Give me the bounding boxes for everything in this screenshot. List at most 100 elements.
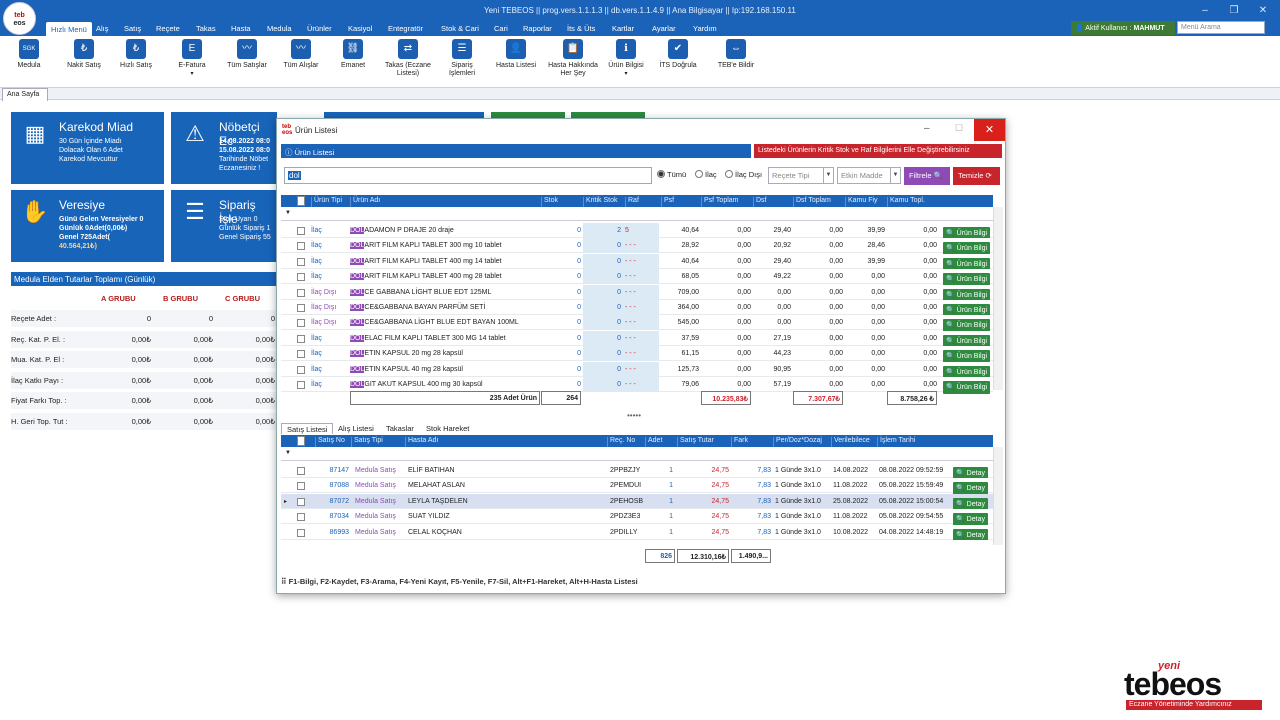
menu-item[interactable]: Raporlar — [523, 24, 552, 33]
ribbon-hasta-hakk-nda-her-ey-button[interactable]: 📋 Hasta Hakkında Her Şey — [546, 39, 600, 78]
row-checkbox[interactable] — [297, 288, 305, 297]
cell-kritik[interactable]: 0 — [583, 350, 621, 357]
column-header[interactable]: Reç. No — [607, 437, 635, 447]
product-row[interactable]: İlaç DOLELAC FILM KAPLI TABLET 300 MG 14 … — [281, 330, 993, 348]
cell-raf[interactable]: - - - — [625, 289, 636, 296]
close-window-button[interactable]: ✕ — [1256, 4, 1270, 18]
cell-raf[interactable]: - - - — [625, 381, 636, 388]
menu-item[interactable]: Stok & Cari — [441, 24, 479, 33]
row-checkbox[interactable] — [297, 242, 305, 251]
dialog-maximize-button[interactable]: ☐ — [955, 123, 963, 134]
tab-ana-sayfa[interactable]: Ana Sayfa — [2, 88, 48, 101]
product-row[interactable]: İlaç DOLETIN KAPSUL 20 mg 28 kapsül 0 0 - - … — [281, 346, 993, 364]
cell-kritik[interactable]: 0 — [583, 258, 621, 265]
tab-takaslar[interactable]: Takaslar — [381, 423, 419, 434]
cell-raf[interactable]: - - - — [625, 304, 636, 311]
menu-item[interactable]: Medula — [267, 24, 292, 33]
menu-item[interactable]: Ürünler — [307, 24, 332, 33]
etkin-madde-select[interactable]: Etkin Madde ▼ — [837, 167, 901, 184]
column-header[interactable]: Per/Doz*Dozaj — [773, 437, 822, 447]
sales-row[interactable]: 87034 Medula Satış SUAT YILDIZ 2PDZ3E3 1 24,7… — [281, 509, 993, 527]
menu-item[interactable]: Hasta — [231, 24, 251, 33]
product-row[interactable]: İlaç Dışı DOLCE&GABBANA LİGHT BLUE EDT BA… — [281, 315, 993, 333]
radio-all[interactable]: Tümü — [657, 170, 686, 179]
filter-row[interactable]: ▼ — [281, 447, 993, 461]
menu-search-input[interactable]: Menü Arama — [1177, 21, 1265, 34]
menu-item[interactable]: Hızlı Menü — [46, 22, 92, 36]
row-checkbox[interactable] — [297, 273, 305, 282]
column-header[interactable]: Satış No — [315, 437, 345, 447]
column-header[interactable]: Fark — [731, 437, 748, 447]
cell-raf[interactable]: 5 — [625, 227, 629, 234]
row-checkbox[interactable] — [297, 227, 305, 235]
cell-raf[interactable]: - - - — [625, 273, 636, 280]
product-row[interactable]: İlaç DOLARIT FILM KAPLI TABLET 400 mg 28 … — [281, 269, 993, 287]
column-header[interactable]: İşlem Tarihi — [877, 437, 915, 447]
menu-item[interactable]: Satış — [124, 24, 141, 33]
tab-al-listesi[interactable]: Alış Listesi — [333, 423, 379, 434]
recete-tipi-select[interactable]: Reçete Tipi ▼ — [768, 167, 834, 184]
column-header[interactable]: Kamu Fiy — [845, 197, 878, 207]
row-checkbox[interactable] — [297, 513, 305, 522]
sales-row[interactable]: 87147 Medula Satış ELİF BATIHAN 2PPBZJY 1 24,… — [281, 463, 993, 480]
ribbon-medula-button[interactable]: SGK Medula — [12, 39, 46, 70]
clear-button[interactable]: Temizle ⟳ — [953, 167, 1000, 185]
row-checkbox[interactable] — [297, 365, 305, 374]
cell-raf[interactable]: - - - — [625, 258, 636, 265]
ribbon-hasta-listesi-button[interactable]: 👤 Hasta Listesi — [492, 39, 540, 70]
product-row[interactable]: İlaç DOLGIT AKUT KAPSUL 400 mg 30 kapsül 0… — [281, 377, 993, 394]
tile-veresiye[interactable]: ✋ Veresiye Günü Gelen Veresiyeler 0 Günl… — [11, 190, 164, 262]
ribbon-emanet-button[interactable]: ⛓ Emanet — [334, 39, 372, 70]
ribbon-r-n-bilgisi-button[interactable]: ℹ Ürün Bilgisi ▾ — [606, 39, 646, 78]
sales-row[interactable]: ▸ 87072 Medula Satış LEYLA TAŞDELEN 2PEHOSB 1… — [281, 493, 993, 511]
menu-item[interactable]: Alış — [96, 24, 109, 33]
cell-kritik[interactable]: 0 — [583, 273, 621, 280]
menu-item[interactable]: Reçete — [156, 24, 180, 33]
column-header[interactable]: Adet — [645, 437, 662, 447]
product-row[interactable]: İlaç DOLARIT FILM KAPLI TABLET 400 mg 14 … — [281, 253, 993, 271]
menu-item[interactable]: Yardım — [693, 24, 717, 33]
cell-kritik[interactable]: 0 — [583, 319, 621, 326]
menu-item[interactable]: Ayarlar — [652, 24, 676, 33]
ribbon-h-zl-sat-button[interactable]: ₺ Hızlı Satış — [116, 39, 156, 70]
minimize-button[interactable]: – — [1198, 4, 1212, 18]
ribbon-e-fatura-button[interactable]: E E-Fatura ▾ — [170, 39, 214, 78]
row-checkbox[interactable] — [297, 257, 305, 266]
dialog-minimize-button[interactable]: – — [924, 123, 930, 134]
sales-row[interactable]: 86993 Medula Satış CELAL KOÇHAN 2PDILLY 1 24,… — [281, 524, 993, 542]
column-header[interactable]: Hasta Adı — [405, 437, 438, 447]
row-checkbox[interactable] — [297, 304, 305, 312]
product-row[interactable]: İlaç Dışı DOLCE&GABBANA BAYAN PARFÜM SETİ… — [281, 300, 993, 317]
menu-item[interactable]: Cari — [494, 24, 508, 33]
filter-row[interactable]: ▼ — [281, 207, 993, 221]
column-header[interactable]: Satış Tutar — [677, 437, 714, 447]
cell-raf[interactable]: - - - — [625, 242, 636, 249]
column-header[interactable]: Ürün Adı — [350, 197, 380, 207]
filter-button[interactable]: Filtrele 🔍 — [904, 167, 950, 185]
product-row[interactable]: İlaç Dışı DOLCE GABBANA LİGHT BLUE EDT 12… — [281, 284, 993, 302]
ribbon-i-ts-do-rula-button[interactable]: ✔ İTS Doğrula — [656, 39, 700, 70]
cell-raf[interactable]: - - - — [625, 366, 636, 373]
row-checkbox[interactable] — [297, 319, 305, 328]
column-header[interactable]: Satış Tipi — [351, 437, 383, 447]
tile-nobetci-eczane[interactable]: ⚠ Nöbetçi Ec 14.08.2022 08:0 15.08.2022 … — [171, 112, 277, 184]
tile-karekod-miad[interactable]: ▦ Karekod Miad 30 Gün İçinde Miadı Dolac… — [11, 112, 164, 184]
column-header[interactable]: Verilebilece — [831, 437, 870, 447]
radio-drug[interactable]: İlaç — [695, 170, 717, 179]
row-checkbox[interactable] — [297, 497, 305, 506]
select-all-checkbox[interactable] — [297, 436, 305, 446]
row-checkbox[interactable] — [297, 334, 305, 343]
row-checkbox[interactable] — [297, 381, 305, 389]
radio-non-drug[interactable]: İlaç Dışı — [725, 170, 762, 179]
row-checkbox[interactable] — [297, 528, 305, 537]
product-row[interactable]: İlaç DOLETIN KAPSUL 40 mg 28 kapsül 0 0 - - … — [281, 361, 993, 379]
maximize-button[interactable]: ❐ — [1227, 4, 1241, 18]
menu-item[interactable]: Takas — [196, 24, 216, 33]
splitter-handle[interactable]: ••••• — [627, 411, 641, 420]
cell-kritik[interactable]: 0 — [583, 289, 621, 296]
sales-grid-scrollbar[interactable] — [993, 447, 1003, 545]
product-row[interactable]: İlaç DOLARIT FILM KAPLI TABLET 300 mg 10 … — [281, 238, 993, 256]
cell-kritik[interactable]: 2 — [583, 227, 621, 234]
ribbon-sipari-i-lemleri-button[interactable]: ☰ Sipariş İşlemleri — [442, 39, 482, 78]
ribbon-nakit-sat-button[interactable]: ₺ Nakit Satış — [62, 39, 106, 70]
